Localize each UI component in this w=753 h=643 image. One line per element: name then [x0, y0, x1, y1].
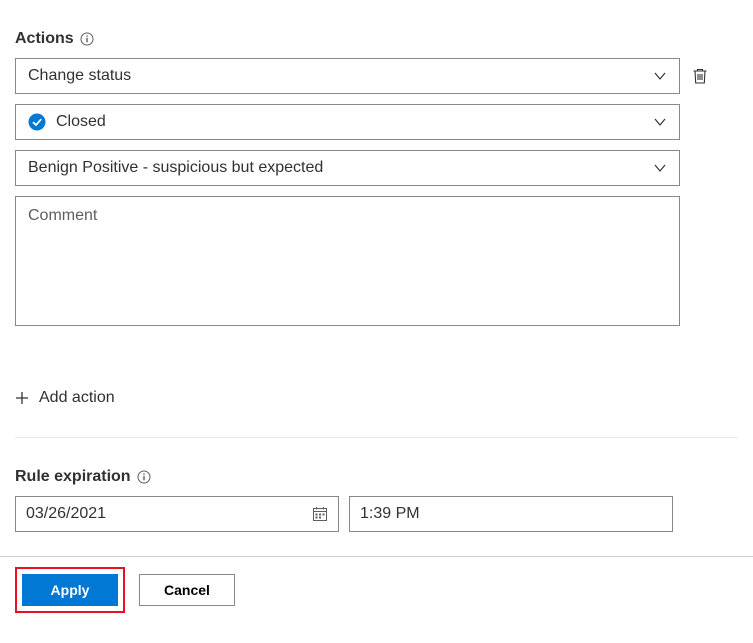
apply-button[interactable]: Apply	[22, 574, 118, 606]
expiration-date-value: 03/26/2021	[26, 505, 106, 523]
classification-value: Benign Positive - suspicious but expecte…	[28, 159, 323, 177]
add-action-button[interactable]: Add action	[15, 389, 738, 407]
expiration-date-input[interactable]: 03/26/2021	[15, 496, 339, 532]
actions-label: Actions	[15, 30, 738, 48]
info-icon	[137, 470, 151, 484]
plus-icon	[15, 391, 29, 405]
calendar-icon	[312, 506, 328, 522]
divider	[15, 437, 738, 438]
action-type-dropdown[interactable]: Change status	[15, 58, 680, 94]
expiration-time-value: 1:39 PM	[360, 505, 420, 523]
expiration-label: Rule expiration	[15, 468, 738, 486]
comment-input[interactable]	[15, 196, 680, 326]
delete-icon[interactable]	[690, 66, 710, 86]
add-action-label: Add action	[39, 389, 115, 407]
footer-divider	[0, 556, 753, 557]
chevron-down-icon	[653, 115, 667, 129]
status-dropdown[interactable]: Closed	[15, 104, 680, 140]
classification-dropdown[interactable]: Benign Positive - suspicious but expecte…	[15, 150, 680, 186]
actions-label-text: Actions	[15, 30, 74, 48]
cancel-button[interactable]: Cancel	[139, 574, 235, 606]
apply-highlight: Apply	[15, 567, 125, 613]
status-value: Closed	[56, 113, 106, 131]
check-circle-icon	[28, 113, 46, 131]
info-icon	[80, 32, 94, 46]
expiration-label-text: Rule expiration	[15, 468, 131, 486]
expiration-time-input[interactable]: 1:39 PM	[349, 496, 673, 532]
chevron-down-icon	[653, 161, 667, 175]
action-type-value: Change status	[28, 67, 131, 85]
chevron-down-icon	[653, 69, 667, 83]
